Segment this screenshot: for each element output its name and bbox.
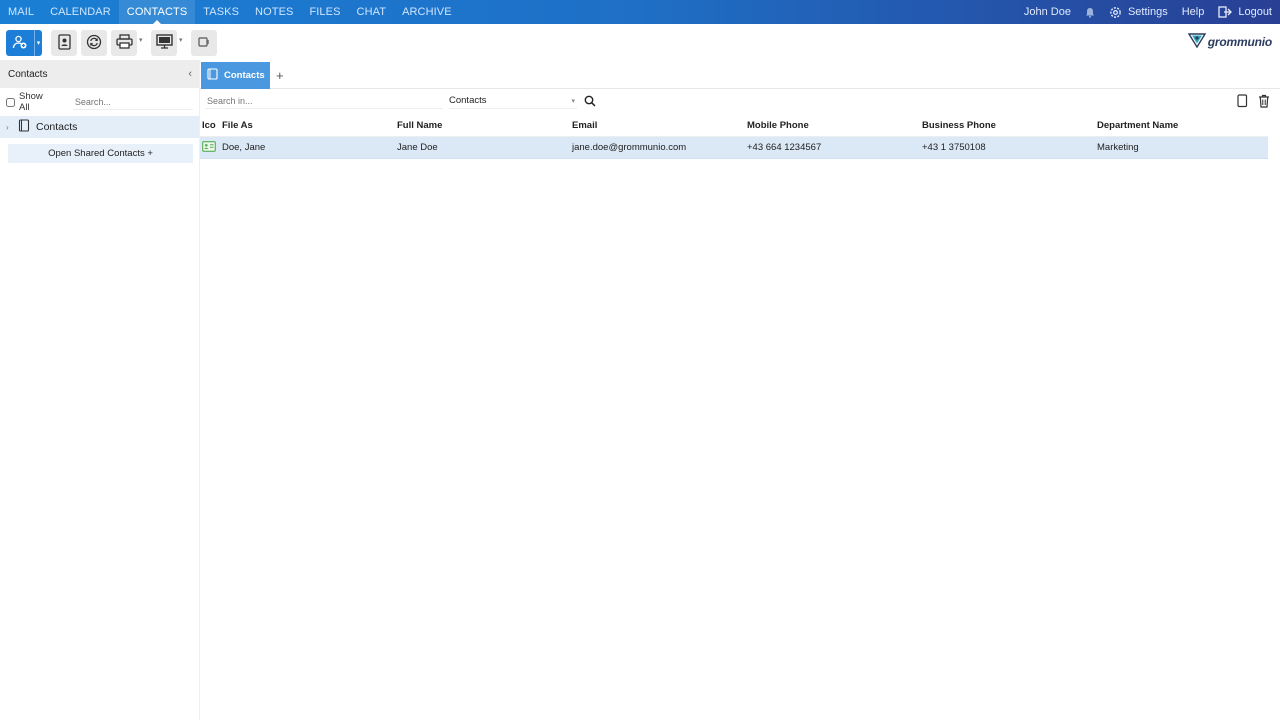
cell-full-name: Jane Doe — [397, 142, 438, 153]
new-contact-icon — [12, 34, 28, 53]
new-contact-button[interactable]: ▾ — [6, 30, 42, 56]
contacts-grid: Ico File As Full Name Email Mobile Phone… — [200, 114, 1268, 159]
nav-notes[interactable]: NOTES — [247, 0, 301, 24]
user-name: John Doe — [1023, 6, 1071, 18]
sidebar-header: Contacts ‹ — [0, 60, 199, 88]
expand-arrow-icon[interactable]: › — [6, 123, 12, 132]
contacts-tab-icon — [207, 68, 218, 83]
search-scope-select[interactable]: Contacts ▾ — [449, 93, 577, 109]
copy-icon[interactable] — [1236, 94, 1248, 111]
nav-files[interactable]: FILES — [301, 0, 348, 24]
sidebar-item-label: Contacts — [36, 121, 78, 133]
bell-icon — [1085, 7, 1095, 18]
refresh-button[interactable] — [81, 30, 107, 56]
column-header-email[interactable]: Email — [572, 120, 747, 131]
new-item-dropdown-toggle[interactable]: ▾ — [34, 30, 42, 56]
print-dropdown-caret[interactable]: ▾ — [139, 36, 143, 44]
printer-icon — [115, 34, 133, 52]
nav-tasks[interactable]: TASKS — [195, 0, 247, 24]
collapse-sidebar-icon[interactable]: ‹ — [188, 68, 192, 80]
nav-mail[interactable]: MAIL — [0, 0, 42, 24]
sidebar: Contacts ‹ Show All › Contacts Open Shar… — [0, 60, 200, 720]
logo-icon — [1187, 32, 1207, 51]
contacts-folder-icon — [18, 119, 30, 135]
preview-pane-button[interactable] — [191, 30, 217, 56]
column-header-mobile-phone[interactable]: Mobile Phone — [747, 120, 922, 131]
address-book-button[interactable] — [51, 30, 77, 56]
logout-button[interactable]: Logout — [1218, 6, 1272, 18]
table-row[interactable]: Doe, Jane Jane Doe jane.doe@grommunio.co… — [200, 137, 1268, 159]
view-button[interactable] — [151, 30, 177, 56]
column-header-file-as[interactable]: File As — [222, 120, 397, 131]
monitor-icon — [155, 34, 173, 52]
toolbar: ▾ ▾ ▾ — [0, 24, 1280, 60]
cell-file-as: Doe, Jane — [222, 142, 266, 153]
logout-label: Logout — [1238, 6, 1272, 18]
gear-icon — [1109, 6, 1122, 19]
search-input[interactable] — [205, 93, 443, 109]
cell-business-phone: +43 1 3750108 — [922, 142, 986, 153]
nav-chat[interactable]: CHAT — [349, 0, 395, 24]
column-header-business-phone[interactable]: Business Phone — [922, 120, 1097, 131]
cell-email: jane.doe@grommunio.com — [572, 142, 687, 153]
settings-label: Settings — [1127, 6, 1168, 18]
show-all-label[interactable]: Show All — [19, 91, 55, 113]
show-all-checkbox[interactable] — [6, 97, 15, 107]
search-icon[interactable] — [584, 95, 596, 110]
tab-contacts[interactable]: Contacts — [201, 62, 270, 89]
refresh-icon — [86, 34, 102, 53]
top-navigation-bar: MAIL CALENDAR CONTACTS TASKS NOTES FILES… — [0, 0, 1280, 24]
search-scope-value: Contacts — [449, 95, 487, 106]
nav-contacts[interactable]: CONTACTS — [118, 0, 196, 24]
address-book-icon — [57, 33, 72, 53]
nav-right-group: John Doe Settings Help Logout — [1024, 0, 1272, 24]
help-button[interactable]: Help — [1182, 6, 1205, 18]
chevron-down-icon: ▾ — [571, 97, 575, 105]
sidebar-item-contacts[interactable]: › Contacts — [0, 116, 199, 138]
grommunio-logo: grommunio — [1187, 32, 1272, 51]
column-header-icon[interactable]: Ico — [200, 120, 222, 131]
grid-header: Ico File As Full Name Email Mobile Phone… — [200, 114, 1268, 137]
contact-card-icon — [200, 140, 222, 155]
column-header-department-name[interactable]: Department Name — [1097, 120, 1267, 131]
sidebar-filter: Show All — [0, 88, 199, 116]
logo-text: grommunio — [1207, 34, 1272, 49]
open-shared-contacts-button[interactable]: Open Shared Contacts + — [8, 144, 193, 163]
search-bar: Contacts ▾ — [200, 90, 1280, 112]
search-bar-actions — [1236, 94, 1270, 111]
preview-pane-icon — [197, 35, 211, 52]
add-tab-button[interactable]: + — [276, 68, 284, 83]
help-label: Help — [1181, 6, 1205, 18]
nav-calendar[interactable]: CALENDAR — [42, 0, 119, 24]
print-button[interactable] — [111, 30, 137, 56]
tab-bar: Contacts + — [200, 60, 1280, 89]
settings-button[interactable]: Settings — [1109, 6, 1168, 19]
logout-icon — [1218, 6, 1233, 18]
column-header-full-name[interactable]: Full Name — [397, 120, 572, 131]
cell-department-name: Marketing — [1097, 142, 1139, 153]
tab-label: Contacts — [224, 70, 265, 81]
view-dropdown-caret[interactable]: ▾ — [179, 36, 183, 44]
sidebar-title: Contacts — [8, 68, 48, 80]
sidebar-search-input[interactable] — [72, 94, 193, 110]
cell-mobile-phone: +43 664 1234567 — [747, 142, 822, 153]
user-menu[interactable]: John Doe — [1024, 6, 1071, 18]
trash-icon[interactable] — [1258, 94, 1270, 111]
nav-archive[interactable]: ARCHIVE — [394, 0, 460, 24]
notifications-button[interactable] — [1085, 7, 1095, 18]
